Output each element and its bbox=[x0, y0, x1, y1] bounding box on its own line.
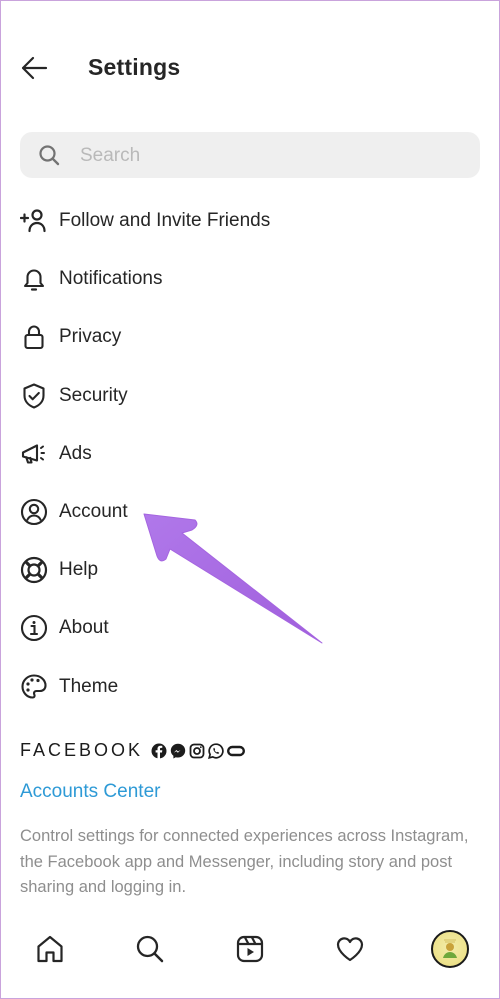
menu-item-label: Follow and Invite Friends bbox=[59, 210, 271, 232]
menu-item-label: Account bbox=[59, 501, 128, 523]
menu-item-privacy[interactable]: Privacy bbox=[0, 308, 500, 366]
shield-check-icon bbox=[20, 382, 48, 410]
menu-item-about[interactable]: About bbox=[0, 599, 500, 657]
reels-icon bbox=[236, 935, 264, 963]
facebook-section-header: FACEBOOK bbox=[20, 740, 246, 761]
menu-item-theme[interactable]: Theme bbox=[0, 658, 500, 716]
arrow-left-icon bbox=[21, 56, 48, 80]
user-circle-icon bbox=[20, 498, 48, 526]
lifebuoy-icon bbox=[20, 556, 48, 584]
facebook-icon bbox=[151, 743, 167, 759]
home-icon bbox=[37, 935, 63, 963]
search-input[interactable] bbox=[78, 132, 462, 180]
menu-item-label: Notifications bbox=[59, 268, 163, 290]
accounts-center-link[interactable]: Accounts Center bbox=[20, 781, 160, 803]
menu-item-ads[interactable]: Ads bbox=[0, 425, 500, 483]
tab-profile[interactable] bbox=[426, 925, 474, 973]
menu-item-label: Privacy bbox=[59, 326, 122, 348]
palette-icon bbox=[20, 673, 48, 701]
menu-item-label: Help bbox=[59, 559, 99, 581]
bottom-navigation bbox=[0, 925, 500, 973]
tab-activity[interactable] bbox=[326, 925, 374, 973]
add-person-icon bbox=[20, 207, 48, 235]
settings-menu: Follow and Invite Friends Notifications … bbox=[0, 192, 500, 716]
header: Settings bbox=[0, 42, 500, 94]
instagram-icon bbox=[189, 743, 205, 758]
search-icon bbox=[39, 145, 60, 166]
messenger-icon bbox=[170, 743, 186, 758]
facebook-wordmark: FACEBOOK bbox=[20, 740, 144, 760]
menu-item-label: Ads bbox=[59, 442, 92, 464]
tab-home[interactable] bbox=[26, 925, 74, 973]
menu-item-label: Security bbox=[59, 384, 128, 406]
menu-item-help[interactable]: Help bbox=[0, 541, 500, 599]
search-icon bbox=[136, 935, 164, 963]
back-button[interactable] bbox=[18, 52, 50, 84]
page-title: Settings bbox=[88, 54, 181, 80]
menu-item-account[interactable]: Account bbox=[0, 483, 500, 541]
bell-icon bbox=[20, 265, 48, 293]
menu-item-label: About bbox=[59, 617, 109, 639]
menu-item-notifications[interactable]: Notifications bbox=[0, 250, 500, 308]
menu-item-security[interactable]: Security bbox=[0, 367, 500, 425]
tab-search[interactable] bbox=[126, 925, 174, 973]
whatsapp-icon bbox=[208, 742, 224, 759]
megaphone-icon bbox=[20, 440, 48, 468]
info-icon bbox=[20, 614, 48, 642]
oculus-icon bbox=[227, 745, 246, 756]
avatar bbox=[431, 930, 469, 968]
facebook-app-icons bbox=[151, 742, 246, 759]
accounts-center-description: Control settings for connected experienc… bbox=[20, 827, 469, 896]
tab-reels[interactable] bbox=[226, 925, 274, 973]
search-bar[interactable] bbox=[20, 132, 480, 180]
lock-icon bbox=[20, 323, 48, 351]
heart-icon bbox=[336, 937, 364, 962]
menu-item-label: Theme bbox=[59, 675, 119, 697]
menu-item-follow-invite[interactable]: Follow and Invite Friends bbox=[0, 192, 500, 250]
